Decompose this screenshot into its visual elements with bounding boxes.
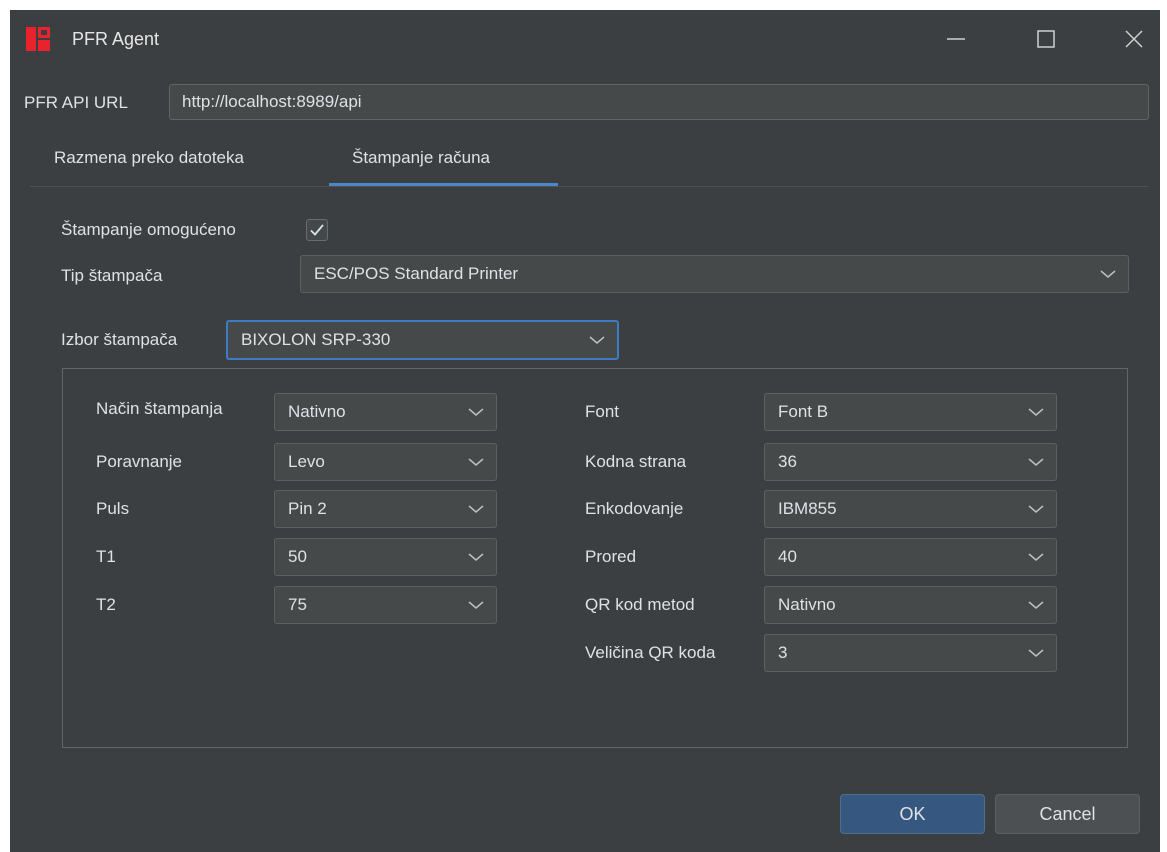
close-icon: [1125, 30, 1143, 48]
chevron-down-icon: [468, 601, 484, 609]
pulse-dropdown[interactable]: Pin 2: [274, 490, 497, 528]
alignment-value: Levo: [288, 452, 325, 471]
qr-method-dropdown[interactable]: Nativno: [764, 586, 1057, 624]
printer-type-value: ESC/POS Standard Printer: [314, 264, 519, 283]
api-url-label: PFR API URL: [24, 93, 128, 112]
t2-value: 75: [288, 595, 307, 614]
printer-select-dropdown[interactable]: BIXOLON SRP-330: [226, 320, 619, 360]
chevron-down-icon: [1100, 270, 1116, 278]
alignment-dropdown[interactable]: Levo: [274, 443, 497, 481]
printer-type-dropdown[interactable]: ESC/POS Standard Printer: [300, 255, 1129, 293]
chevron-down-icon: [1028, 408, 1044, 416]
printer-select-value: BIXOLON SRP-330: [241, 330, 391, 349]
printing-enabled-label: Štampanje omogućeno: [61, 220, 236, 239]
minimize-icon: [947, 38, 965, 40]
window-title: PFR Agent: [72, 29, 160, 49]
chevron-down-icon: [468, 553, 484, 561]
cancel-button[interactable]: Cancel: [995, 794, 1140, 834]
encoding-value: IBM855: [778, 499, 837, 518]
printing-enabled-checkbox[interactable]: [306, 219, 328, 241]
alignment-label: Poravnanje: [96, 452, 183, 471]
font-dropdown[interactable]: Font B: [764, 393, 1057, 431]
line-spacing-value: 40: [778, 547, 797, 566]
qr-method-value: Nativno: [778, 595, 836, 614]
title-bar[interactable]: PFR Agent: [10, 10, 1160, 68]
pulse-value: Pin 2: [288, 499, 327, 518]
tab-receipt-printing[interactable]: Štampanje računa: [352, 148, 490, 184]
maximize-button[interactable]: [1026, 20, 1066, 58]
t2-label: T2: [96, 595, 116, 614]
chevron-down-icon: [468, 458, 484, 466]
line-spacing-label: Prored: [585, 547, 637, 566]
print-mode-value: Nativno: [288, 402, 346, 421]
chevron-down-icon: [1028, 458, 1044, 466]
qr-size-label: Veličina QR koda: [585, 643, 716, 662]
printer-type-label: Tip štampača: [61, 266, 163, 285]
t1-label: T1: [96, 547, 116, 566]
pulse-label: Puls: [96, 499, 130, 518]
printer-select-label: Izbor štampača: [61, 330, 178, 349]
maximize-icon: [1037, 30, 1055, 48]
app-window: PFR Agent PFR API URL http://localhost:8…: [10, 10, 1160, 852]
line-spacing-dropdown[interactable]: 40: [764, 538, 1057, 576]
t2-dropdown[interactable]: 75: [274, 586, 497, 624]
api-url-input[interactable]: http://localhost:8989/api: [169, 84, 1149, 120]
minimize-button[interactable]: [936, 20, 976, 58]
tab-separator: [30, 186, 1148, 187]
chevron-down-icon: [468, 408, 484, 416]
close-button[interactable]: [1114, 20, 1154, 58]
font-value: Font B: [778, 402, 829, 421]
chevron-down-icon: [1028, 649, 1044, 657]
chevron-down-icon: [589, 336, 605, 344]
api-url-value: http://localhost:8989/api: [182, 92, 362, 111]
chevron-down-icon: [1028, 553, 1044, 561]
code-page-label: Kodna strana: [585, 452, 687, 471]
encoding-label: Enkodovanje: [585, 499, 684, 518]
t1-dropdown[interactable]: 50: [274, 538, 497, 576]
app-logo-icon: [26, 27, 50, 51]
qr-size-value: 3: [778, 643, 788, 662]
code-page-dropdown[interactable]: 36: [764, 443, 1057, 481]
t1-value: 50: [288, 547, 307, 566]
chevron-down-icon: [468, 505, 484, 513]
font-label: Font: [585, 402, 620, 421]
tab-file-exchange[interactable]: Razmena preko datoteka: [54, 148, 244, 184]
checkmark-icon: [310, 224, 324, 236]
active-tab-indicator: [329, 183, 558, 186]
encoding-dropdown[interactable]: IBM855: [764, 490, 1057, 528]
code-page-value: 36: [778, 452, 797, 471]
qr-size-dropdown[interactable]: 3: [764, 634, 1057, 672]
print-mode-dropdown[interactable]: Nativno: [274, 393, 497, 431]
ok-button[interactable]: OK: [840, 794, 985, 834]
chevron-down-icon: [1028, 601, 1044, 609]
print-mode-label: Način štampanja: [96, 399, 223, 418]
chevron-down-icon: [1028, 505, 1044, 513]
qr-method-label: QR kod metod: [585, 595, 695, 614]
